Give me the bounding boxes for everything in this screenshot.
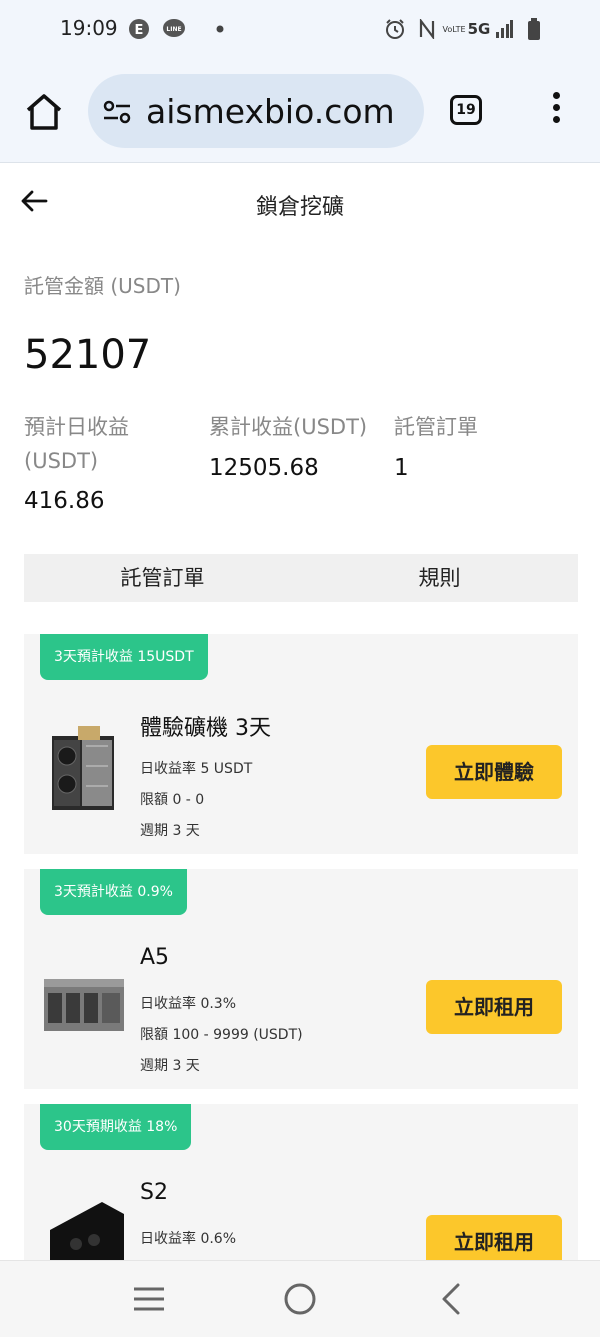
volte-icon: VoLTE	[442, 24, 466, 34]
signal-icon	[494, 18, 514, 40]
expected-income-badge: 3天預計收益 0.9%	[40, 869, 187, 915]
mining-machine-image	[48, 722, 118, 818]
rent-now-button[interactable]: 立即租用	[426, 1215, 562, 1260]
tab-rules[interactable]: 規則	[301, 554, 578, 602]
svg-text:LINE: LINE	[166, 26, 181, 33]
app-header: 鎖倉挖礦	[0, 163, 600, 243]
home-circle-icon[interactable]	[283, 1282, 317, 1320]
product-card: 3天預計收益 0.9% A5 日收益率 0.3% 限額 100 - 9999 (…	[24, 869, 578, 1089]
product-name: S2	[140, 1180, 168, 1205]
url-bar[interactable]: aismexbio.com	[88, 74, 424, 148]
custody-orders-value: 1	[394, 455, 409, 481]
nfc-icon	[418, 18, 436, 40]
cycle-period: 週期 3 天	[140, 823, 200, 839]
daily-rate: 日收益率 5 USDT	[140, 761, 253, 777]
e-icon: E	[128, 18, 150, 40]
battery-icon	[526, 18, 542, 40]
more-menu-icon[interactable]	[548, 92, 564, 132]
expected-income-badge: 3天預計收益 15USDT	[40, 634, 208, 680]
product-card: 3天預計收益 15USDT 體驗礦機 3天 日收益率 5 USDT 限額 0 -…	[24, 634, 578, 854]
limit-range: 限額 0 - 0	[140, 792, 205, 808]
total-income-value: 12505.68	[209, 455, 319, 481]
url-text[interactable]: aismexbio.com	[146, 92, 395, 131]
try-now-button[interactable]: 立即體驗	[426, 745, 562, 799]
dot-icon	[214, 18, 226, 40]
daily-rate: 日收益率 0.6%	[140, 1231, 237, 1247]
alarm-icon	[384, 18, 406, 40]
mining-machine-image	[46, 1200, 126, 1260]
daily-income-label: 預計日收益 (USDT)	[24, 410, 129, 478]
cycle-period: 週期 3 天	[140, 1058, 200, 1074]
daily-income-value: 416.86	[24, 488, 105, 514]
daily-income-label-line1: 預計日收益	[24, 415, 129, 439]
status-bar: 19:09 E LINE VoLTE 5G	[0, 0, 600, 62]
site-settings-icon[interactable]	[102, 98, 132, 126]
tab-count-button[interactable]: 19	[450, 95, 482, 125]
custody-orders-label: 託管訂單	[394, 415, 478, 439]
daily-rate: 日收益率 0.3%	[140, 996, 237, 1012]
line-icon: LINE	[162, 18, 186, 40]
page-title: 鎖倉挖礦	[255, 195, 344, 220]
system-back-icon[interactable]	[438, 1281, 462, 1321]
tab-bar: 託管訂單 規則	[24, 554, 578, 602]
product-name: 體驗礦機 3天	[140, 716, 271, 741]
custody-amount-label: 託管金額 (USDT)	[24, 274, 181, 298]
browser-toolbar: aismexbio.com 19	[0, 62, 600, 163]
svg-text:E: E	[135, 23, 144, 38]
rent-now-button[interactable]: 立即租用	[426, 980, 562, 1034]
daily-income-label-line2: (USDT)	[24, 449, 99, 473]
system-nav-bar	[0, 1260, 600, 1337]
product-name: A5	[140, 945, 170, 970]
recent-apps-icon[interactable]	[132, 1285, 166, 1317]
mining-machine-image	[42, 977, 126, 1039]
home-icon[interactable]	[22, 90, 66, 134]
5g-icon: 5G	[467, 20, 491, 38]
product-card: 30天預期收益 18% S2 日收益率 0.6% 立即租用	[24, 1104, 578, 1260]
total-income-label: 累計收益(USDT)	[209, 415, 368, 439]
status-time: 19:09	[60, 16, 118, 40]
custody-amount-value: 52107	[24, 332, 152, 378]
limit-range: 限額 100 - 9999 (USDT)	[140, 1027, 303, 1043]
expected-income-badge: 30天預期收益 18%	[40, 1104, 192, 1150]
tab-custody-orders[interactable]: 託管訂單	[24, 554, 301, 602]
